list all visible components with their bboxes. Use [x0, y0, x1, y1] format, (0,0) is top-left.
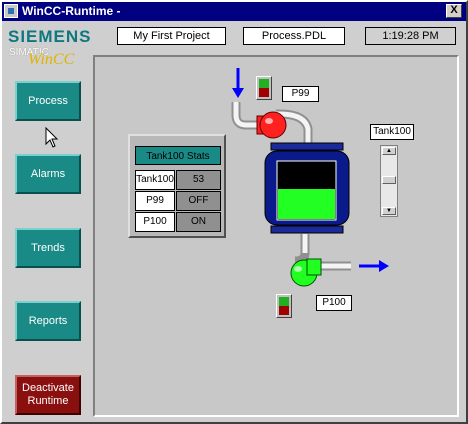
p99-off-indicator	[259, 88, 269, 97]
mouse-cursor-icon	[45, 127, 59, 148]
trends-button[interactable]: Trends	[15, 228, 81, 268]
window-title: WinCC-Runtime -	[22, 4, 121, 18]
p99-on-indicator	[259, 79, 269, 88]
picture-name-field: Process.PDL	[243, 27, 345, 45]
stat-value-tank100: 53	[176, 170, 221, 190]
project-name-field: My First Project	[117, 27, 226, 45]
stat-label-p99: P99	[135, 191, 175, 211]
p100-switch-button[interactable]	[276, 294, 292, 318]
stats-title: Tank100 Stats	[135, 146, 221, 165]
tank100	[264, 142, 350, 255]
p99-switch-button[interactable]	[256, 76, 272, 100]
process-button-label: Process	[28, 95, 68, 107]
tank100-label: Tank100	[370, 124, 414, 140]
stat-value-p99: OFF	[176, 191, 221, 211]
trends-button-label: Trends	[31, 242, 65, 254]
reports-button-label: Reports	[28, 315, 68, 327]
p100-label: P100	[316, 295, 352, 311]
close-icon: X	[450, 4, 458, 16]
stat-label-tank100: Tank100	[135, 170, 175, 190]
deactivate-runtime-button[interactable]: Deactivate Runtime	[15, 375, 81, 415]
stat-label-p100: P100	[135, 212, 175, 232]
clock-display: 1:19:28 PM	[365, 27, 456, 45]
siemens-logo: SIEMENS	[8, 27, 92, 46]
stat-value-p100: ON	[176, 212, 221, 232]
p99-label: P99	[282, 86, 319, 102]
deactivate-label-line2: Runtime	[27, 395, 69, 407]
p100-off-indicator	[279, 306, 289, 315]
tank-stats-panel: Tank100 Stats Tank100 53 P99 OFF P100 ON	[128, 134, 226, 238]
slider-down-arrow-icon[interactable]: ▼	[382, 207, 396, 215]
p100-on-indicator	[279, 297, 289, 306]
wincc-logo: WinCC	[28, 51, 75, 68]
title-bar: WinCC-Runtime -	[2, 2, 466, 21]
reports-button[interactable]: Reports	[15, 301, 81, 341]
close-button[interactable]: X	[446, 4, 462, 18]
inlet-pipe	[231, 102, 259, 130]
inlet-flow-arrow-icon	[232, 68, 244, 98]
deactivate-runtime-label: Deactivate Runtime	[22, 382, 74, 408]
slider-thumb[interactable]	[382, 176, 396, 184]
outlet-flow-arrow-icon	[359, 260, 389, 272]
alarms-button[interactable]: Alarms	[15, 154, 81, 194]
pump-p100-icon	[290, 252, 351, 287]
tank-level-slider[interactable]: ▲ ▼	[380, 145, 398, 217]
alarms-button-label: Alarms	[30, 168, 66, 180]
process-button[interactable]: Process	[15, 81, 81, 121]
deactivate-label-line1: Deactivate	[22, 382, 74, 394]
app-icon	[4, 4, 18, 18]
pump-p99-icon	[256, 109, 313, 143]
slider-up-arrow-icon[interactable]: ▲	[382, 147, 396, 155]
